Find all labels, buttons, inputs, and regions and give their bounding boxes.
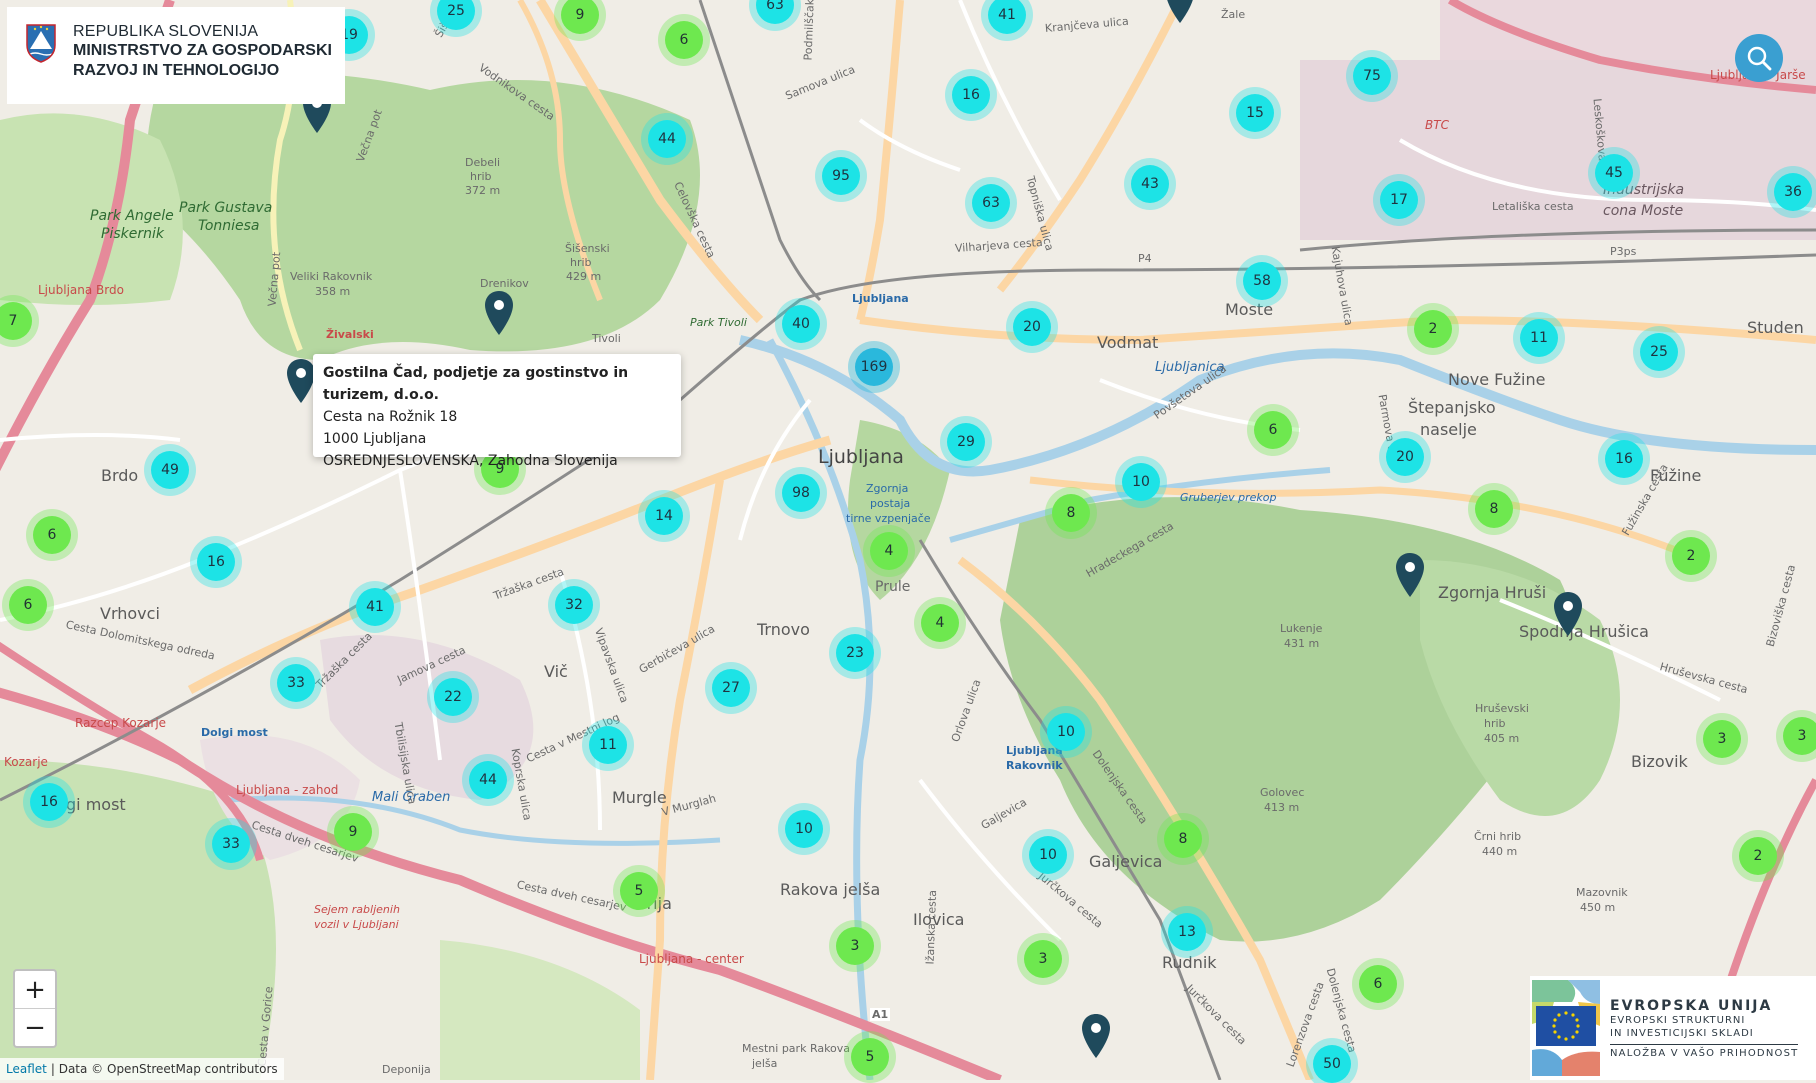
cluster-marker[interactable]: 6 bbox=[33, 516, 71, 554]
cluster-marker[interactable]: 17 bbox=[1380, 181, 1418, 219]
cluster-marker[interactable]: 10 bbox=[1047, 713, 1085, 751]
cluster-marker[interactable]: 3 bbox=[1024, 940, 1062, 978]
zoom-out-button[interactable]: − bbox=[15, 1009, 55, 1046]
cluster-marker[interactable]: 6 bbox=[665, 21, 703, 59]
attribution-text: | Data © OpenStreetMap contributors bbox=[50, 1062, 278, 1076]
eu-line-3: IN INVESTICIJSKI SKLADI bbox=[1610, 1027, 1754, 1039]
popup-address: Cesta na Rožnik 18 bbox=[323, 409, 458, 425]
cluster-marker[interactable]: 16 bbox=[197, 543, 235, 581]
search-button[interactable] bbox=[1735, 34, 1783, 82]
eu-funding-logo: EVROPSKA UNIJA EVROPSKI STRUKTURNI IN IN… bbox=[1530, 976, 1816, 1080]
header-line-2: MINISTRSTVO ZA GOSPODARSKI bbox=[73, 42, 332, 59]
eu-line-2: EVROPSKI STRUKTURNI bbox=[1610, 1014, 1746, 1026]
cluster-marker[interactable]: 6 bbox=[9, 586, 47, 624]
cluster-marker[interactable]: 27 bbox=[712, 669, 750, 707]
cluster-marker[interactable]: 44 bbox=[469, 761, 507, 799]
eu-flag-icon bbox=[1532, 980, 1600, 1076]
cluster-marker[interactable]: 13 bbox=[1168, 913, 1206, 951]
cluster-marker[interactable]: 44 bbox=[648, 120, 686, 158]
cluster-marker[interactable]: 40 bbox=[782, 305, 820, 343]
cluster-marker[interactable]: 6 bbox=[1254, 411, 1292, 449]
cluster-marker[interactable]: 8 bbox=[1052, 494, 1090, 532]
cluster-marker[interactable]: 3 bbox=[1783, 717, 1816, 755]
map-attribution: Leaflet | Data © OpenStreetMap contribut… bbox=[0, 1058, 284, 1080]
cluster-marker[interactable]: 49 bbox=[151, 451, 189, 489]
location-pin-icon[interactable] bbox=[286, 358, 316, 404]
cluster-marker[interactable]: 4 bbox=[870, 532, 908, 570]
popup-city: 1000 Ljubljana bbox=[323, 431, 427, 447]
cluster-marker[interactable]: 58 bbox=[1243, 262, 1281, 300]
header-line-3: RAZVOJ IN TEHNOLOGIJO bbox=[73, 62, 280, 79]
cluster-marker[interactable]: 6 bbox=[1359, 965, 1397, 1003]
cluster-marker[interactable]: 3 bbox=[836, 927, 874, 965]
cluster-marker[interactable]: 98 bbox=[782, 474, 820, 512]
cluster-marker[interactable]: 75 bbox=[1353, 57, 1391, 95]
location-pin-icon[interactable] bbox=[484, 290, 514, 336]
cluster-marker[interactable]: 4 bbox=[921, 604, 959, 642]
cluster-marker[interactable]: 2 bbox=[1739, 837, 1777, 875]
cluster-marker[interactable]: 43 bbox=[1131, 165, 1169, 203]
cluster-marker[interactable]: 32 bbox=[555, 586, 593, 624]
cluster-marker[interactable]: 33 bbox=[212, 825, 250, 863]
location-pin-icon[interactable] bbox=[1081, 1013, 1111, 1059]
cluster-marker[interactable]: 2 bbox=[1414, 310, 1452, 348]
eu-line-4: NALOŽBA V VAŠO PRIHODNOST bbox=[1610, 1043, 1799, 1059]
marker-popup: Gostilna Čad, podjetje za gostinstvo in … bbox=[313, 354, 681, 469]
cluster-marker[interactable]: 16 bbox=[30, 783, 68, 821]
cluster-marker[interactable]: 5 bbox=[851, 1038, 889, 1076]
cluster-marker[interactable]: 25 bbox=[1640, 333, 1678, 371]
eu-line-1: EVROPSKA UNIJA bbox=[1610, 997, 1773, 1014]
cluster-marker[interactable]: 14 bbox=[645, 497, 683, 535]
cluster-marker[interactable]: 5 bbox=[620, 872, 658, 910]
cluster-marker[interactable]: 45 bbox=[1595, 154, 1633, 192]
cluster-marker[interactable]: 169 bbox=[855, 348, 893, 386]
slovenia-coat-of-arms-icon bbox=[26, 24, 56, 63]
cluster-marker[interactable]: 3 bbox=[1703, 720, 1741, 758]
popup-region: OSREDNJESLOVENSKA, Zahodna Slovenija bbox=[323, 453, 618, 469]
cluster-marker[interactable]: 10 bbox=[1122, 463, 1160, 501]
cluster-marker[interactable]: 22 bbox=[434, 678, 472, 716]
location-pin-icon[interactable] bbox=[1395, 552, 1425, 598]
cluster-marker[interactable]: 16 bbox=[1605, 440, 1643, 478]
cluster-marker[interactable]: 36 bbox=[1774, 173, 1812, 211]
cluster-marker[interactable]: 10 bbox=[1029, 836, 1067, 874]
cluster-marker[interactable]: 20 bbox=[1013, 308, 1051, 346]
cluster-marker[interactable]: 23 bbox=[836, 634, 874, 672]
cluster-marker[interactable]: 2 bbox=[1672, 537, 1710, 575]
cluster-marker[interactable]: 50 bbox=[1313, 1045, 1351, 1083]
location-pin-icon[interactable] bbox=[1553, 591, 1583, 637]
map-canvas[interactable]: Ljubljana Ljubljana Vodmat Moste Trnovo … bbox=[0, 0, 1816, 1083]
cluster-marker[interactable]: 41 bbox=[356, 588, 394, 626]
cluster-marker[interactable]: 8 bbox=[1475, 490, 1513, 528]
header-line-1: REPUBLIKA SLOVENIJA bbox=[73, 23, 259, 40]
cluster-marker[interactable]: 11 bbox=[1520, 319, 1558, 357]
search-icon bbox=[1747, 46, 1772, 71]
base-map bbox=[0, 0, 1816, 1080]
cluster-marker[interactable]: 20 bbox=[1386, 438, 1424, 476]
ministry-header: REPUBLIKA SLOVENIJA MINISTRSTVO ZA GOSPO… bbox=[7, 7, 345, 104]
cluster-marker[interactable]: 10 bbox=[785, 810, 823, 848]
cluster-marker[interactable]: 63 bbox=[972, 184, 1010, 222]
zoom-control: + − bbox=[13, 969, 57, 1048]
cluster-marker[interactable]: 9 bbox=[334, 813, 372, 851]
leaflet-link[interactable]: Leaflet bbox=[6, 1062, 47, 1076]
cluster-marker[interactable]: 16 bbox=[952, 76, 990, 114]
cluster-marker[interactable]: 8 bbox=[1164, 820, 1202, 858]
popup-title: Gostilna Čad, podjetje za gostinstvo in … bbox=[323, 365, 629, 403]
cluster-marker[interactable]: 11 bbox=[589, 726, 627, 764]
cluster-marker[interactable]: 29 bbox=[947, 423, 985, 461]
cluster-marker[interactable]: 15 bbox=[1236, 94, 1274, 132]
cluster-marker[interactable]: 33 bbox=[277, 664, 315, 702]
location-pin-icon[interactable] bbox=[1165, 0, 1195, 24]
zoom-in-button[interactable]: + bbox=[15, 971, 55, 1009]
cluster-marker[interactable]: 95 bbox=[822, 157, 860, 195]
